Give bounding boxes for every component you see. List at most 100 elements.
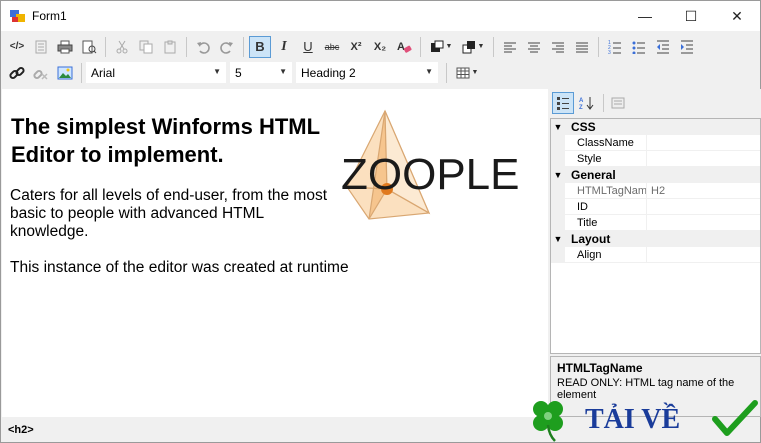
maximize-button[interactable]: ☐ — [668, 1, 714, 31]
title-bar: Form1 — ☐ ✕ — [1, 1, 760, 31]
maximize-icon: ☐ — [684, 7, 698, 24]
justify-icon — [576, 42, 588, 52]
indent-button[interactable] — [676, 36, 698, 58]
insert-image-button[interactable] — [54, 62, 76, 84]
document-paragraph[interactable]: This instance of the editor was created … — [10, 259, 430, 277]
collapse-icon[interactable]: ▼ — [551, 119, 565, 134]
superscript-button[interactable]: X² — [345, 36, 367, 58]
collapse-icon[interactable]: ▼ — [551, 167, 565, 182]
clipboard-icon — [164, 40, 176, 53]
clear-format-button[interactable]: A — [393, 36, 415, 58]
document-heading[interactable]: The simplest Winforms HTML Editor to imp… — [11, 113, 331, 169]
property-row[interactable]: ClassName — [551, 135, 760, 151]
categorized-icon — [557, 96, 569, 110]
numbered-list-icon: 123 — [608, 40, 621, 54]
property-row[interactable]: HTMLTagNam H2 — [551, 183, 760, 199]
minimize-button[interactable]: — — [622, 1, 668, 31]
align-center-button[interactable] — [523, 36, 545, 58]
bullet-list-button[interactable] — [628, 36, 650, 58]
scissors-icon — [116, 40, 128, 53]
collapse-icon[interactable]: ▼ — [551, 231, 565, 246]
underline-button[interactable]: U — [297, 36, 319, 58]
sort-az-icon: AZ — [579, 96, 594, 110]
separator — [81, 62, 82, 83]
separator — [420, 36, 421, 57]
strikethrough-button[interactable]: abc — [321, 36, 343, 58]
link-icon — [9, 66, 25, 79]
paste-button[interactable] — [159, 36, 181, 58]
eraser-icon: A — [397, 41, 412, 53]
svg-text:A: A — [579, 98, 584, 104]
svg-text:ZOOPLE: ZOOPLE — [341, 150, 520, 199]
property-name: ClassName — [565, 135, 647, 150]
categorized-button[interactable] — [552, 91, 574, 114]
bullet-list-icon — [632, 41, 645, 54]
outdent-button[interactable] — [652, 36, 674, 58]
table-icon — [456, 67, 470, 78]
property-name: Title — [565, 215, 647, 230]
document-paragraph[interactable]: Caters for all levels of end-user, from … — [10, 187, 330, 241]
code-icon: </> — [9, 41, 25, 52]
superscript-icon: X² — [350, 40, 362, 53]
redo-icon — [220, 41, 233, 54]
insert-link-button[interactable] — [6, 62, 28, 84]
italic-button[interactable]: I — [273, 36, 295, 58]
property-category[interactable]: ▼ Layout — [551, 231, 760, 247]
undo-button[interactable] — [192, 36, 214, 58]
separator — [493, 36, 494, 57]
property-value[interactable] — [647, 199, 651, 214]
align-left-button[interactable] — [499, 36, 521, 58]
new-document-button[interactable] — [30, 36, 52, 58]
property-row[interactable]: Align — [551, 247, 760, 263]
bold-button[interactable]: B — [249, 35, 271, 58]
background-color-button[interactable]: ▼ — [426, 36, 456, 58]
chevron-down-icon: ▼ — [279, 67, 287, 76]
property-pages-button[interactable] — [607, 92, 629, 114]
fore-color-button[interactable]: ▼ — [458, 36, 488, 58]
print-preview-button[interactable] — [78, 36, 100, 58]
remove-link-button[interactable] — [30, 62, 52, 84]
chevron-down-icon: ▼ — [213, 67, 221, 76]
subscript-button[interactable]: X₂ — [369, 36, 391, 58]
category-name: Layout — [571, 232, 611, 246]
document-icon — [35, 40, 47, 53]
property-row[interactable]: Style — [551, 151, 760, 167]
property-value: H2 — [651, 185, 666, 197]
font-family-select[interactable]: Arial ▼ — [86, 62, 226, 83]
property-value[interactable] — [647, 151, 651, 166]
justify-button[interactable] — [571, 36, 593, 58]
category-name: General — [571, 168, 616, 182]
printer-icon — [57, 40, 73, 53]
view-source-button[interactable]: </> — [6, 36, 28, 58]
paragraph-style-select[interactable]: Heading 2 ▼ — [296, 62, 438, 83]
print-button[interactable] — [54, 36, 76, 58]
font-size-select[interactable]: 5 ▼ — [230, 62, 292, 83]
property-row[interactable]: Title — [551, 215, 760, 231]
close-button[interactable]: ✕ — [714, 1, 760, 31]
property-value[interactable] — [647, 135, 651, 150]
separator — [598, 36, 599, 57]
property-category[interactable]: ▼ CSS — [551, 119, 760, 135]
insert-toolbar: Arial ▼ 5 ▼ Heading 2 ▼ ▼ — [1, 59, 760, 86]
redo-button[interactable] — [216, 36, 238, 58]
app-icon — [10, 8, 26, 24]
back-color-icon — [430, 40, 444, 52]
html-editor-area[interactable]: The simplest Winforms HTML Editor to imp… — [2, 89, 548, 417]
property-value[interactable] — [647, 215, 651, 230]
property-row[interactable]: ID — [551, 199, 760, 215]
current-tag-label[interactable]: <h2> — [8, 424, 34, 436]
checkmark-icon — [712, 400, 758, 436]
cut-button[interactable] — [111, 36, 133, 58]
align-right-button[interactable] — [547, 36, 569, 58]
property-name: Align — [565, 247, 647, 262]
print-preview-icon — [82, 40, 97, 53]
property-category[interactable]: ▼ General — [551, 167, 760, 183]
numbered-list-button[interactable]: 123 — [604, 36, 626, 58]
svg-text:A: A — [397, 41, 405, 53]
copy-button[interactable] — [135, 36, 157, 58]
property-grid: AZ ▼ CSS ClassName Style ▼ General HTMLTagNam H… — [550, 89, 761, 417]
insert-table-button[interactable]: ▼ — [452, 62, 482, 84]
property-value[interactable] — [647, 247, 651, 262]
font-family-value: Arial — [91, 65, 116, 80]
alphabetical-button[interactable]: AZ — [576, 92, 598, 114]
